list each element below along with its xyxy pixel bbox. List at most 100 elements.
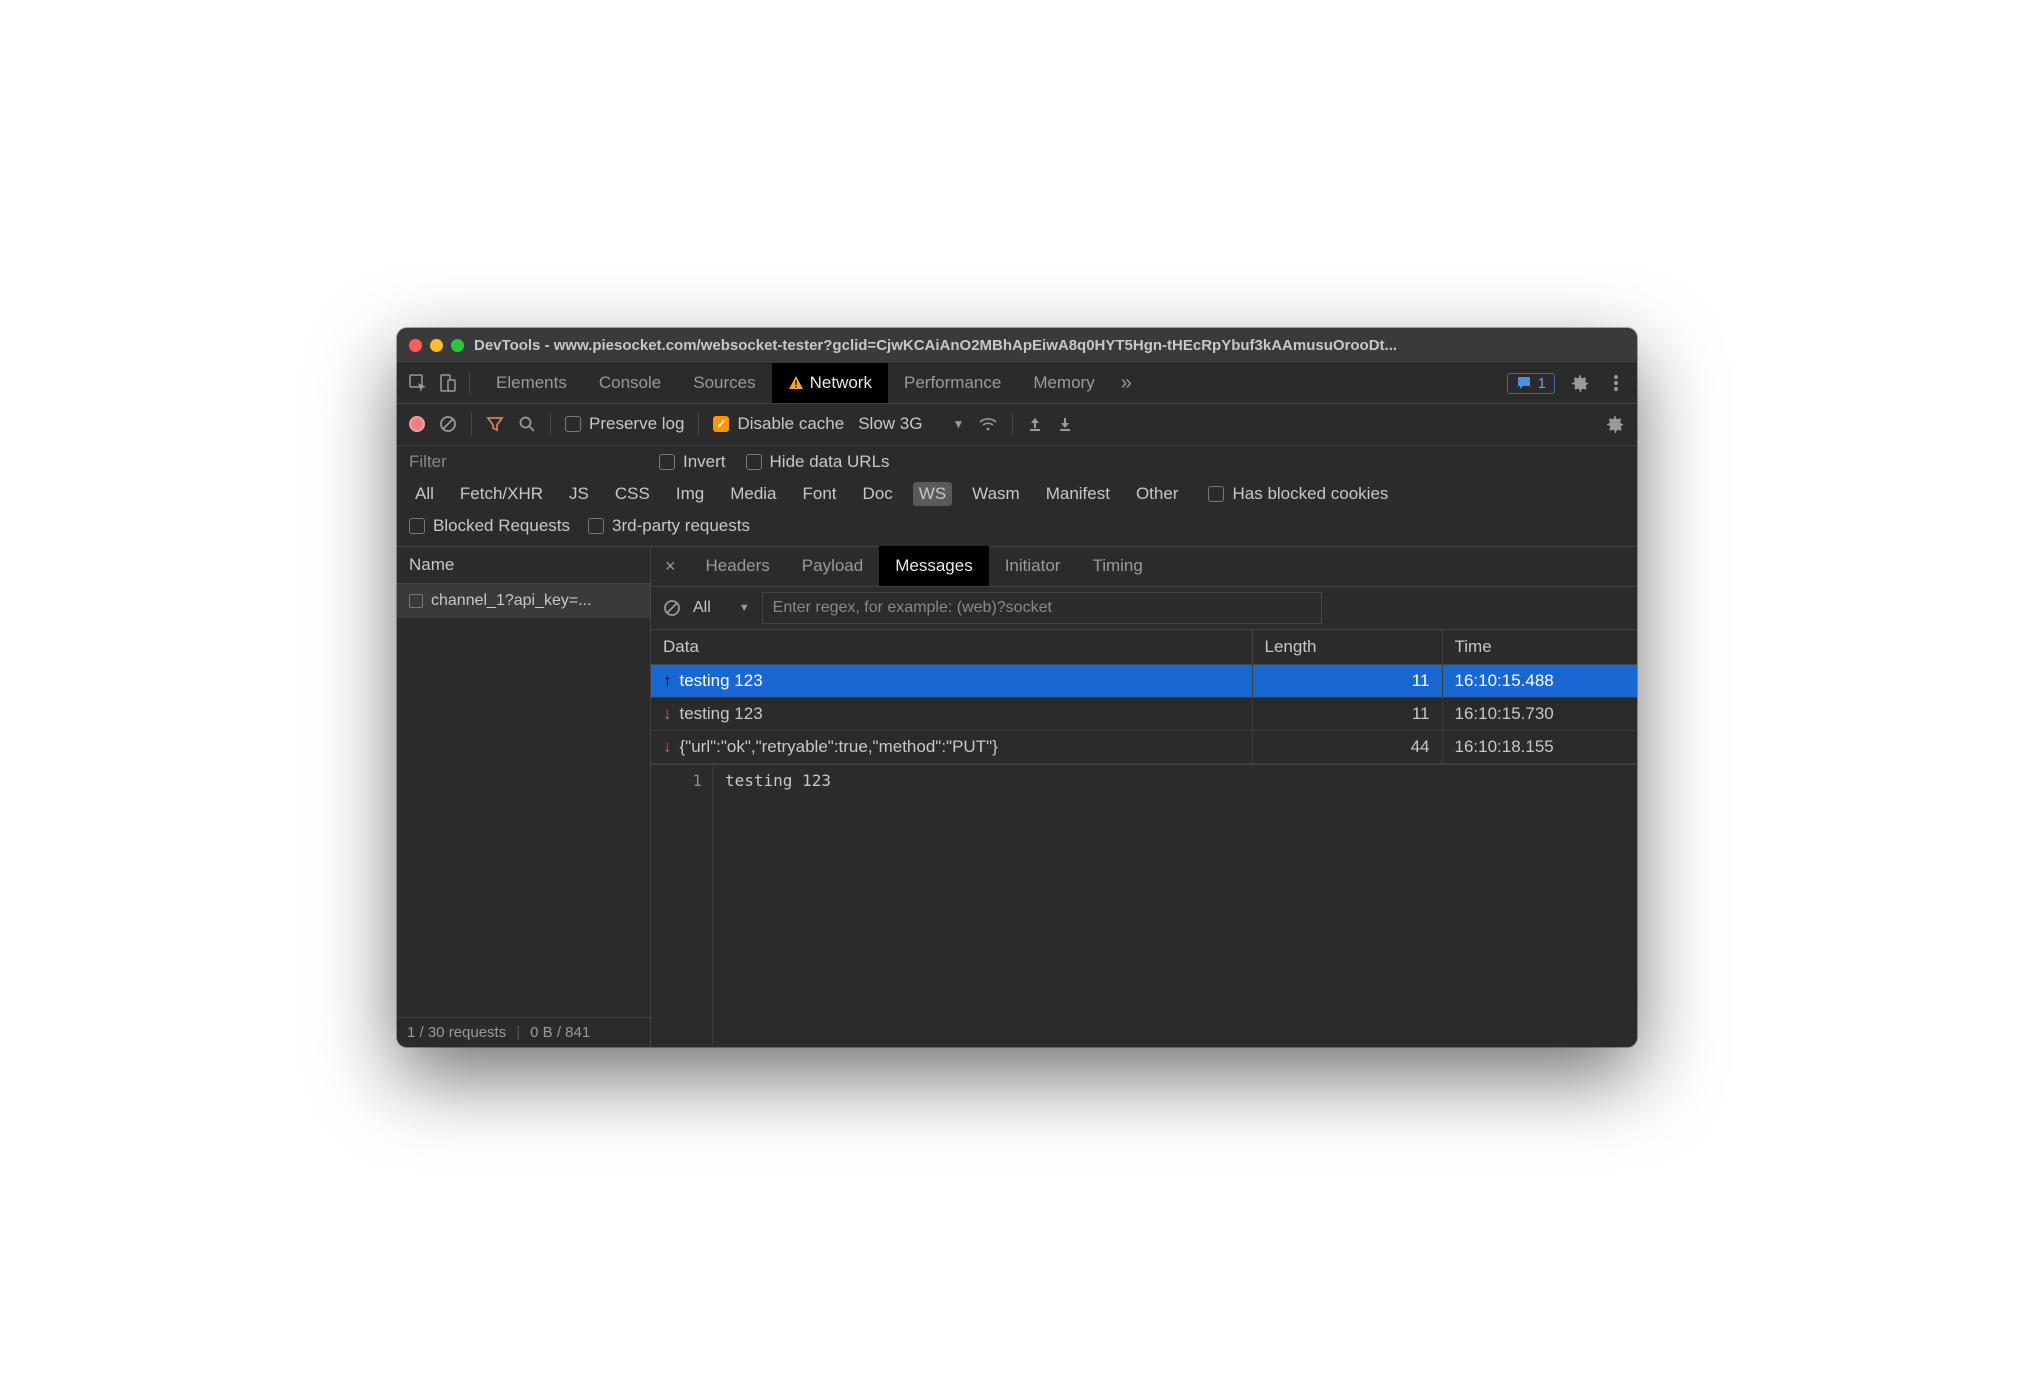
preserve-log-checkbox[interactable]: Preserve log <box>565 414 684 434</box>
caret-down-icon: ▼ <box>739 602 750 614</box>
type-other[interactable]: Other <box>1130 482 1185 506</box>
message-preview: 1 testing 123 <box>651 764 1637 1047</box>
direction-filter-select[interactable]: All ▼ <box>693 599 750 617</box>
caret-down-icon: ▼ <box>952 417 964 431</box>
status-footer: 1 / 30 requests | 0 B / 841 <box>397 1017 650 1047</box>
checkbox-icon <box>746 454 762 470</box>
detail-tabs: × Headers Payload Messages Initiator Tim… <box>651 547 1637 587</box>
separator <box>550 413 551 435</box>
upload-icon[interactable] <box>1027 416 1043 432</box>
issues-count: 1 <box>1538 375 1546 392</box>
type-doc[interactable]: Doc <box>857 482 899 506</box>
third-party-checkbox[interactable]: 3rd-party requests <box>588 516 750 536</box>
close-window-button[interactable] <box>409 339 422 352</box>
dtab-payload[interactable]: Payload <box>786 546 879 586</box>
preserve-log-label: Preserve log <box>589 414 684 434</box>
settings-icon[interactable] <box>1569 372 1591 394</box>
throttling-value: Slow 3G <box>858 414 922 434</box>
minimize-window-button[interactable] <box>430 339 443 352</box>
separator <box>469 372 470 394</box>
close-detail-icon[interactable]: × <box>651 556 690 577</box>
network-settings-icon[interactable] <box>1605 414 1625 434</box>
has-blocked-cookies-label: Has blocked cookies <box>1232 484 1388 504</box>
window-controls <box>409 339 464 352</box>
type-all[interactable]: All <box>409 482 440 506</box>
table-header-row: Data Length Time <box>651 629 1637 664</box>
zoom-window-button[interactable] <box>451 339 464 352</box>
message-row[interactable]: ↓ testing 123 1116:10:15.730 <box>651 697 1637 730</box>
message-length: 11 <box>1252 697 1442 730</box>
type-fetchxhr[interactable]: Fetch/XHR <box>454 482 549 506</box>
regex-filter-input[interactable] <box>762 592 1322 624</box>
import-export <box>1027 416 1073 432</box>
message-time: 16:10:15.730 <box>1442 697 1637 730</box>
checkbox-icon <box>588 518 604 534</box>
name-column-header[interactable]: Name <box>397 547 650 584</box>
type-img[interactable]: Img <box>670 482 710 506</box>
message-length: 11 <box>1252 664 1442 697</box>
checkbox-icon <box>1208 486 1224 502</box>
col-length-header[interactable]: Length <box>1252 629 1442 664</box>
line-number: 1 <box>651 765 713 1047</box>
request-row[interactable]: channel_1?api_key=... <box>397 584 650 618</box>
blocked-requests-checkbox[interactable]: Blocked Requests <box>409 516 570 536</box>
issues-badge[interactable]: 1 <box>1507 373 1555 394</box>
clear-icon[interactable] <box>439 415 457 433</box>
filter-bar: Invert Hide data URLs All Fetch/XHR JS C… <box>397 446 1637 547</box>
invert-checkbox[interactable]: Invert <box>659 452 726 472</box>
throttling-select[interactable]: Slow 3G ▼ <box>858 414 964 434</box>
device-toolbar-icon[interactable] <box>437 372 459 394</box>
clear-messages-icon[interactable] <box>663 599 681 617</box>
arrow-up-icon: ↑ <box>663 671 672 690</box>
disable-cache-checkbox[interactable]: Disable cache <box>713 414 844 434</box>
type-css[interactable]: CSS <box>609 482 656 506</box>
col-time-header[interactable]: Time <box>1442 629 1637 664</box>
record-button[interactable] <box>409 416 425 432</box>
more-tabs-icon[interactable]: » <box>1111 372 1142 395</box>
download-icon[interactable] <box>1057 416 1073 432</box>
message-data: testing 123 <box>680 704 763 723</box>
request-count: 1 / 30 requests <box>407 1024 506 1041</box>
third-party-label: 3rd-party requests <box>612 516 750 536</box>
messages-toolbar: All ▼ <box>651 587 1637 629</box>
request-list: Name channel_1?api_key=... 1 / 30 reques… <box>397 547 651 1047</box>
message-row[interactable]: ↑testing 1231116:10:15.488 <box>651 664 1637 697</box>
tab-console[interactable]: Console <box>583 363 677 403</box>
dtab-timing[interactable]: Timing <box>1076 546 1158 586</box>
tab-elements[interactable]: Elements <box>480 363 583 403</box>
dtab-headers[interactable]: Headers <box>690 546 786 586</box>
network-toolbar: Preserve log Disable cache Slow 3G ▼ <box>397 404 1637 446</box>
tab-network[interactable]: Network <box>772 363 888 403</box>
message-row[interactable]: ↓{"url":"ok","retryable":true,"method":"… <box>651 730 1637 763</box>
tab-memory[interactable]: Memory <box>1017 363 1110 403</box>
arrow-down-icon: ↓ <box>663 704 672 723</box>
separator <box>1012 413 1013 435</box>
dtab-initiator[interactable]: Initiator <box>989 546 1077 586</box>
filter-input[interactable] <box>409 452 639 472</box>
filter-icon[interactable] <box>486 415 504 433</box>
messages-table: Data Length Time ↑testing 1231116:10:15.… <box>651 629 1637 764</box>
warning-icon <box>788 375 804 391</box>
type-font[interactable]: Font <box>797 482 843 506</box>
separator <box>471 413 472 435</box>
type-js[interactable]: JS <box>563 482 595 506</box>
type-ws[interactable]: WS <box>913 482 952 506</box>
col-data-header[interactable]: Data <box>651 629 1252 664</box>
disable-cache-label: Disable cache <box>737 414 844 434</box>
wifi-icon[interactable] <box>978 416 998 432</box>
tab-sources[interactable]: Sources <box>677 363 771 403</box>
checkbox-icon <box>565 416 581 432</box>
hide-data-urls-checkbox[interactable]: Hide data URLs <box>746 452 890 472</box>
inspect-element-icon[interactable] <box>407 372 429 394</box>
titlebar: DevTools - www.piesocket.com/websocket-t… <box>397 328 1637 364</box>
tab-performance[interactable]: Performance <box>888 363 1017 403</box>
dtab-messages[interactable]: Messages <box>879 546 988 586</box>
search-icon[interactable] <box>518 415 536 433</box>
message-time: 16:10:18.155 <box>1442 730 1637 763</box>
type-wasm[interactable]: Wasm <box>966 482 1026 506</box>
type-media[interactable]: Media <box>724 482 782 506</box>
request-name: channel_1?api_key=... <box>431 592 592 610</box>
has-blocked-cookies-checkbox[interactable]: Has blocked cookies <box>1208 484 1388 504</box>
type-manifest[interactable]: Manifest <box>1040 482 1116 506</box>
kebab-menu-icon[interactable] <box>1605 372 1627 394</box>
